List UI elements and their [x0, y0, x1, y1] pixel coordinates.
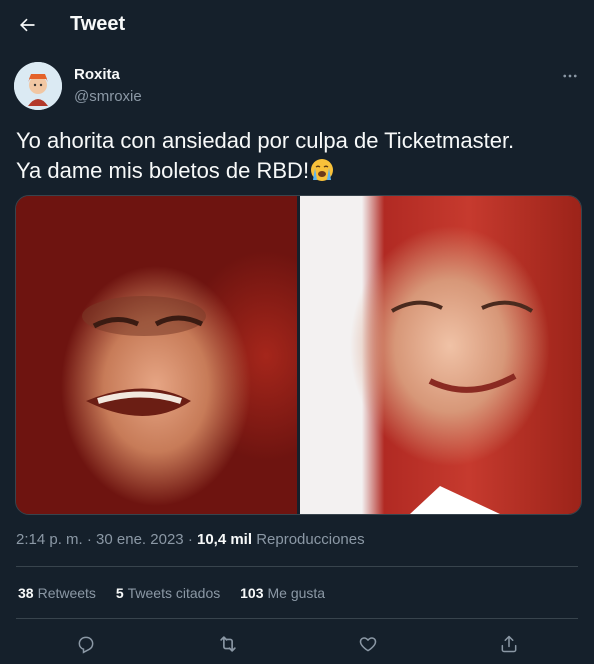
- retweets-label: Retweets: [37, 585, 96, 601]
- tweet-stats: 38 Retweets 5 Tweets citados 103 Me gusta: [18, 585, 341, 601]
- tweet-text-line-1: Yo ahorita con ansiedad por culpa de Tic…: [16, 128, 515, 153]
- tweet-date[interactable]: 30 ene. 2023: [96, 531, 184, 548]
- meta-dot: ·: [86, 531, 92, 548]
- like-button[interactable]: [356, 632, 380, 656]
- quotes-label: Tweets citados: [127, 585, 221, 601]
- divider-top: [16, 566, 578, 567]
- tweet-media[interactable]: [15, 195, 582, 515]
- tweet-text: Yo ahorita con ansiedad por culpa de Tic…: [16, 126, 576, 190]
- tweet-time[interactable]: 2:14 p. m.: [16, 531, 83, 548]
- reply-icon: [78, 636, 94, 654]
- avatar[interactable]: [14, 62, 62, 110]
- page-title: Tweet: [70, 13, 126, 35]
- meta-dot-2: ·: [187, 531, 193, 548]
- retweets-stat[interactable]: 38 Retweets: [18, 585, 96, 601]
- views-label: Reproducciones: [256, 531, 365, 548]
- retweets-count: 38: [18, 585, 34, 601]
- tweet-text-line-2: Ya dame mis boletos de RBD!: [16, 156, 576, 190]
- likes-count: 103: [240, 585, 264, 601]
- tweet-meta: 2:14 p. m. · 30 ene. 2023 · 10,4 mil Rep…: [16, 531, 365, 548]
- likes-label: Me gusta: [267, 585, 326, 601]
- author-name[interactable]: Roxita: [74, 66, 120, 83]
- views-count: 10,4 mil: [196, 531, 253, 548]
- header-bar: Tweet: [0, 0, 594, 52]
- divider-bottom: [16, 618, 578, 619]
- share-button[interactable]: [497, 632, 521, 656]
- like-icon: [359, 637, 377, 652]
- more-button[interactable]: [558, 66, 582, 86]
- tweet-text-line-2-text: Ya dame mis boletos de RBD!: [16, 158, 310, 183]
- arrow-left-icon: [20, 18, 35, 32]
- retweet-button[interactable]: [216, 632, 240, 656]
- quotes-stat[interactable]: 5 Tweets citados: [116, 585, 220, 601]
- retweet-icon: [220, 636, 236, 652]
- media-photo-right[interactable]: [300, 196, 581, 514]
- author-handle[interactable]: @smroxie: [74, 88, 142, 105]
- quotes-count: 5: [115, 585, 124, 601]
- more-horizontal-icon: [563, 74, 577, 78]
- reply-button[interactable]: [74, 632, 98, 656]
- avatar-illustration: [14, 62, 62, 110]
- action-bar: [0, 622, 594, 664]
- share-icon: [501, 635, 517, 653]
- likes-stat[interactable]: 103 Me gusta: [240, 585, 325, 601]
- media-photo-left[interactable]: [16, 196, 297, 514]
- loudly-crying-face-emoji: [310, 158, 334, 190]
- back-button[interactable]: [12, 10, 42, 40]
